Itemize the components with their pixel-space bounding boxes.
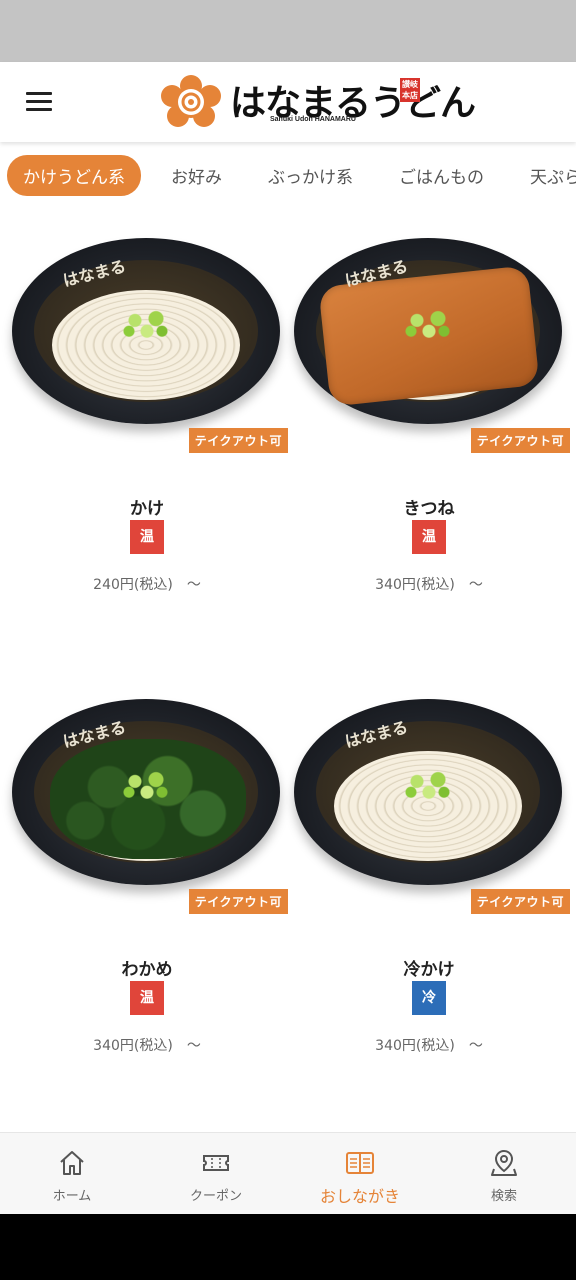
temp-badge: 温 [130,981,164,1015]
item-name: わかめ [121,960,173,980]
menu-item-card[interactable]: はなまる テイクアウト可 冷かけ 冷 340円(税込) 〜 [288,691,570,1091]
item-name: かけ [130,499,164,519]
category-tabs: かけうどん系 お好み ぶっかけ系 ごはんもの 天ぷら [0,142,576,208]
udon-image: はなまる [288,691,570,891]
logo-subtitle: Sanuki Udon HANAMARU [270,116,356,123]
nav-label: 検索 [490,1189,517,1204]
nav-label: クーポン [189,1189,242,1204]
app-header: はなまるうどん Sanuki Udon HANAMARU 讃岐本店 [0,62,576,142]
ticket-icon [203,1155,229,1171]
status-bar [0,0,576,62]
nav-home[interactable]: ホーム [0,1133,144,1214]
nav-label: おしながき [319,1187,400,1206]
home-icon [60,1151,84,1175]
system-nav-bar [0,1214,576,1280]
udon-image: はなまる [6,691,288,891]
item-name: 冷かけ [403,960,455,980]
takeout-badge: テイクアウト可 [470,889,570,914]
temp-badge: 温 [412,520,446,554]
item-price: 340円(税込) 〜 [375,577,483,593]
bottom-nav: ホーム クーポン おしながき 検索 [0,1132,576,1214]
udon-image: はなまる [288,230,570,430]
tab-tempura[interactable]: 天ぷら [530,163,576,188]
nav-coupon[interactable]: クーポン [144,1133,288,1214]
tab-kake-udon[interactable]: かけうどん系 [7,154,141,196]
logo-seal: 讃岐本店 [400,78,420,102]
nav-search[interactable]: 検索 [432,1133,576,1214]
tab-bukkake[interactable]: ぶっかけ系 [268,163,353,188]
takeout-badge: テイクアウト可 [188,428,288,453]
hamburger-menu-icon[interactable] [26,92,52,112]
menu-book-icon [346,1152,374,1174]
item-price: 340円(税込) 〜 [93,1038,201,1054]
menu-item-card[interactable]: はなまる テイクアウト可 わかめ 温 340円(税込) 〜 [6,691,288,1091]
item-price: 240円(税込) 〜 [93,577,201,593]
flower-logo-icon [161,75,221,127]
takeout-badge: テイクアウト可 [470,428,570,453]
tab-gohanmono[interactable]: ごはんもの [399,163,484,188]
menu-item-card[interactable]: はなまる テイクアウト可 かけ 温 240円(税込) 〜 [6,230,288,630]
nav-label: ホーム [52,1189,92,1204]
menu-item-card[interactable]: はなまる テイクアウト可 きつね 温 340円(税込) 〜 [288,230,570,630]
takeout-badge: テイクアウト可 [188,889,288,914]
logo: はなまるうどん Sanuki Udon HANAMARU 讃岐本店 [160,72,476,132]
item-price: 340円(税込) 〜 [375,1038,483,1054]
temp-badge: 温 [130,520,164,554]
temp-badge: 冷 [412,981,446,1015]
nav-menu[interactable]: おしながき [288,1133,432,1214]
tab-okonomi[interactable]: お好み [171,163,222,188]
item-name: きつね [403,499,455,519]
udon-image: はなまる [6,230,288,430]
map-pin-icon [491,1149,517,1176]
